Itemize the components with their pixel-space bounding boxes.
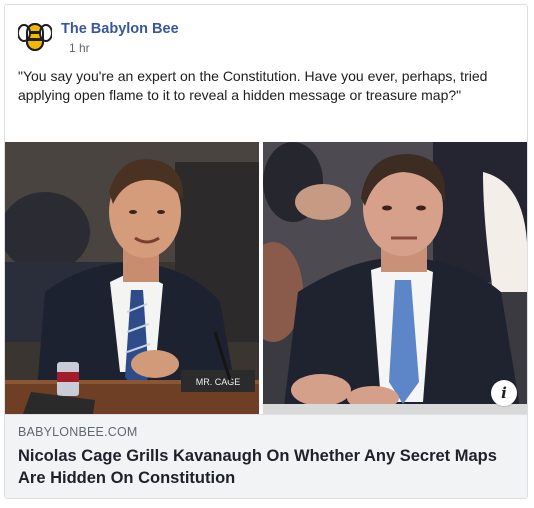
- link-domain: BABYLONBEE.COM: [18, 425, 138, 439]
- info-button[interactable]: i: [491, 380, 517, 406]
- post-header: The Babylon Bee 1 hr: [17, 19, 497, 59]
- name-placard: MR. CAGE: [196, 377, 241, 387]
- babylon-bee-logo-icon: [18, 23, 52, 51]
- photo-right: [263, 142, 527, 414]
- link-title[interactable]: Nicolas Cage Grills Kavanaugh On Whether…: [18, 445, 514, 489]
- post-card: The Babylon Bee 1 hr "You say you're an …: [4, 4, 528, 499]
- link-preview[interactable]: BABYLONBEE.COM Nicolas Cage Grills Kavan…: [5, 414, 527, 498]
- page-avatar[interactable]: [17, 19, 53, 55]
- info-icon: i: [501, 384, 507, 402]
- post-message: "You say you're an expert on the Constit…: [18, 68, 488, 103]
- photo-left: MR. CAGE: [5, 142, 259, 414]
- post-timestamp[interactable]: 1 hr: [69, 41, 90, 55]
- post-image[interactable]: MR. CAGE i: [5, 142, 527, 414]
- page-name-link[interactable]: The Babylon Bee: [61, 21, 179, 37]
